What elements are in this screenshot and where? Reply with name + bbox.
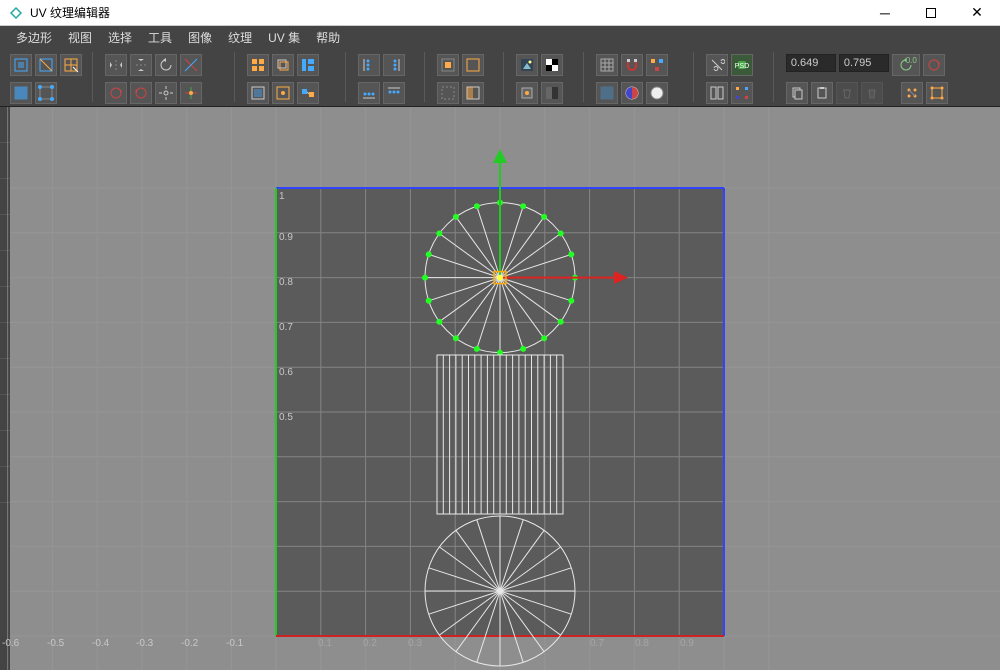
wireframe-button[interactable]	[646, 82, 668, 104]
tool-group-isolate	[433, 52, 504, 102]
copy-coords-button[interactable]	[923, 54, 945, 76]
gather-shells-button[interactable]	[297, 82, 319, 104]
tool-group-transform	[101, 52, 235, 102]
window-title-bar: UV 纹理编辑器 ─ ✕	[0, 0, 1000, 26]
svg-text:1: 1	[279, 191, 285, 202]
svg-text:-0.3: -0.3	[136, 638, 154, 649]
paste-button[interactable]	[811, 82, 833, 104]
tool-group-texture	[512, 52, 583, 102]
invert-show-button[interactable]	[462, 82, 484, 104]
align-max-u-button[interactable]	[383, 54, 405, 76]
dim-image-button[interactable]	[541, 82, 563, 104]
maximize-button[interactable]	[908, 0, 954, 26]
toolbar: PSD 0.0	[0, 48, 1000, 107]
svg-text:-0.2: -0.2	[181, 638, 199, 649]
menu-bar: 多边形 视图 选择 工具 图像 纹理 UV 集 帮助	[0, 26, 1000, 48]
tool-group-modify: PSD	[702, 52, 773, 102]
svg-text:PSD: PSD	[735, 63, 749, 70]
uv-canvas: -0.6-0.5-0.4 -0.3-0.2-0.1 0.10.2 0.30.7 …	[0, 107, 1000, 670]
shaded-button[interactable]	[596, 82, 618, 104]
svg-text:0.7: 0.7	[279, 322, 293, 333]
svg-text:0.7: 0.7	[590, 638, 604, 649]
layout-stack-button[interactable]	[272, 54, 294, 76]
bake-button[interactable]	[516, 82, 538, 104]
delete-button[interactable]	[836, 82, 858, 104]
tool-group-selection	[6, 52, 93, 102]
svg-text:-0.1: -0.1	[226, 638, 244, 649]
svg-text:0.9: 0.9	[279, 232, 293, 243]
tool-group-coords: 0.0	[782, 52, 994, 102]
rotate-ccw-90-button[interactable]	[130, 82, 152, 104]
center-pivot-button[interactable]	[155, 82, 177, 104]
svg-text:-0.5: -0.5	[47, 638, 65, 649]
menu-tools[interactable]: 工具	[140, 29, 180, 46]
distortion-button[interactable]	[621, 82, 643, 104]
uv-shell-select-button[interactable]	[10, 54, 32, 76]
menu-help[interactable]: 帮助	[308, 29, 348, 46]
svg-text:0.8: 0.8	[279, 277, 293, 288]
svg-text:0.8: 0.8	[635, 638, 649, 649]
tool-group-display	[592, 52, 695, 102]
uv-shell-cylinder-side	[437, 355, 563, 514]
options-a-button[interactable]	[901, 82, 923, 104]
edge-select-button[interactable]	[35, 54, 57, 76]
snap-button[interactable]	[180, 54, 202, 76]
trash-button[interactable]	[861, 82, 883, 104]
svg-text:0.6: 0.6	[279, 367, 293, 378]
uv-viewport[interactable]: -0.6-0.5-0.4 -0.3-0.2-0.1 0.10.2 0.30.7 …	[0, 107, 1000, 670]
grid-toggle-button[interactable]	[596, 54, 618, 76]
hide-selected-button[interactable]	[437, 82, 459, 104]
cut-uv-button[interactable]	[706, 54, 728, 76]
svg-text:0.2: 0.2	[363, 638, 377, 649]
rotate-ccw-button[interactable]	[155, 54, 177, 76]
app-icon	[8, 5, 24, 21]
u-coord-input[interactable]	[786, 54, 836, 72]
v-coord-input[interactable]	[839, 54, 889, 72]
normalize-button[interactable]	[247, 82, 269, 104]
svg-text:-0.6: -0.6	[2, 638, 20, 649]
menu-polygons[interactable]: 多边形	[8, 29, 60, 46]
menu-uvsets[interactable]: UV 集	[260, 29, 308, 46]
svg-text:0.3: 0.3	[408, 638, 422, 649]
menu-image[interactable]: 图像	[180, 29, 220, 46]
close-button[interactable]: ✕	[954, 0, 1000, 26]
svg-text:-0.4: -0.4	[92, 638, 110, 649]
align-max-v-button[interactable]	[383, 82, 405, 104]
svg-text:0.1: 0.1	[318, 638, 332, 649]
refresh-coords-button[interactable]: 0.0	[892, 54, 920, 76]
options-b-button[interactable]	[926, 82, 948, 104]
align-min-u-button[interactable]	[358, 54, 380, 76]
layout-grid-button[interactable]	[247, 54, 269, 76]
snap-magnet-button[interactable]	[621, 54, 643, 76]
merge-uv-button[interactable]	[731, 82, 753, 104]
menu-view[interactable]: 视图	[60, 29, 100, 46]
vertex-select-button[interactable]	[35, 82, 57, 104]
face-select-button[interactable]	[10, 82, 32, 104]
image-display-button[interactable]	[516, 54, 538, 76]
copy-button[interactable]	[786, 82, 808, 104]
checker-display-button[interactable]	[541, 54, 563, 76]
menu-select[interactable]: 选择	[100, 29, 140, 46]
window-title: UV 纹理编辑器	[30, 4, 862, 21]
split-uv-button[interactable]	[706, 82, 728, 104]
svg-text:0.5: 0.5	[279, 412, 293, 423]
show-all-button[interactable]	[462, 54, 484, 76]
align-min-v-button[interactable]	[358, 82, 380, 104]
svg-text:0.9: 0.9	[680, 638, 694, 649]
menu-texture[interactable]: 纹理	[220, 29, 260, 46]
align-center-button[interactable]	[180, 82, 202, 104]
minimize-button[interactable]: ─	[862, 0, 908, 26]
unitize-button[interactable]	[272, 82, 294, 104]
lattice-button[interactable]	[60, 54, 82, 76]
pixel-snap-button[interactable]	[646, 54, 668, 76]
tool-group-align-uv	[354, 52, 425, 102]
isolate-select-button[interactable]	[437, 54, 459, 76]
flip-v-button[interactable]	[130, 54, 152, 76]
layout-auto-button[interactable]	[297, 54, 319, 76]
flip-u-button[interactable]	[105, 54, 127, 76]
sew-uv-button[interactable]: PSD	[731, 54, 753, 76]
tool-group-layout	[243, 52, 346, 102]
rotate-cw-90-button[interactable]	[105, 82, 127, 104]
window-controls: ─ ✕	[862, 0, 1000, 26]
